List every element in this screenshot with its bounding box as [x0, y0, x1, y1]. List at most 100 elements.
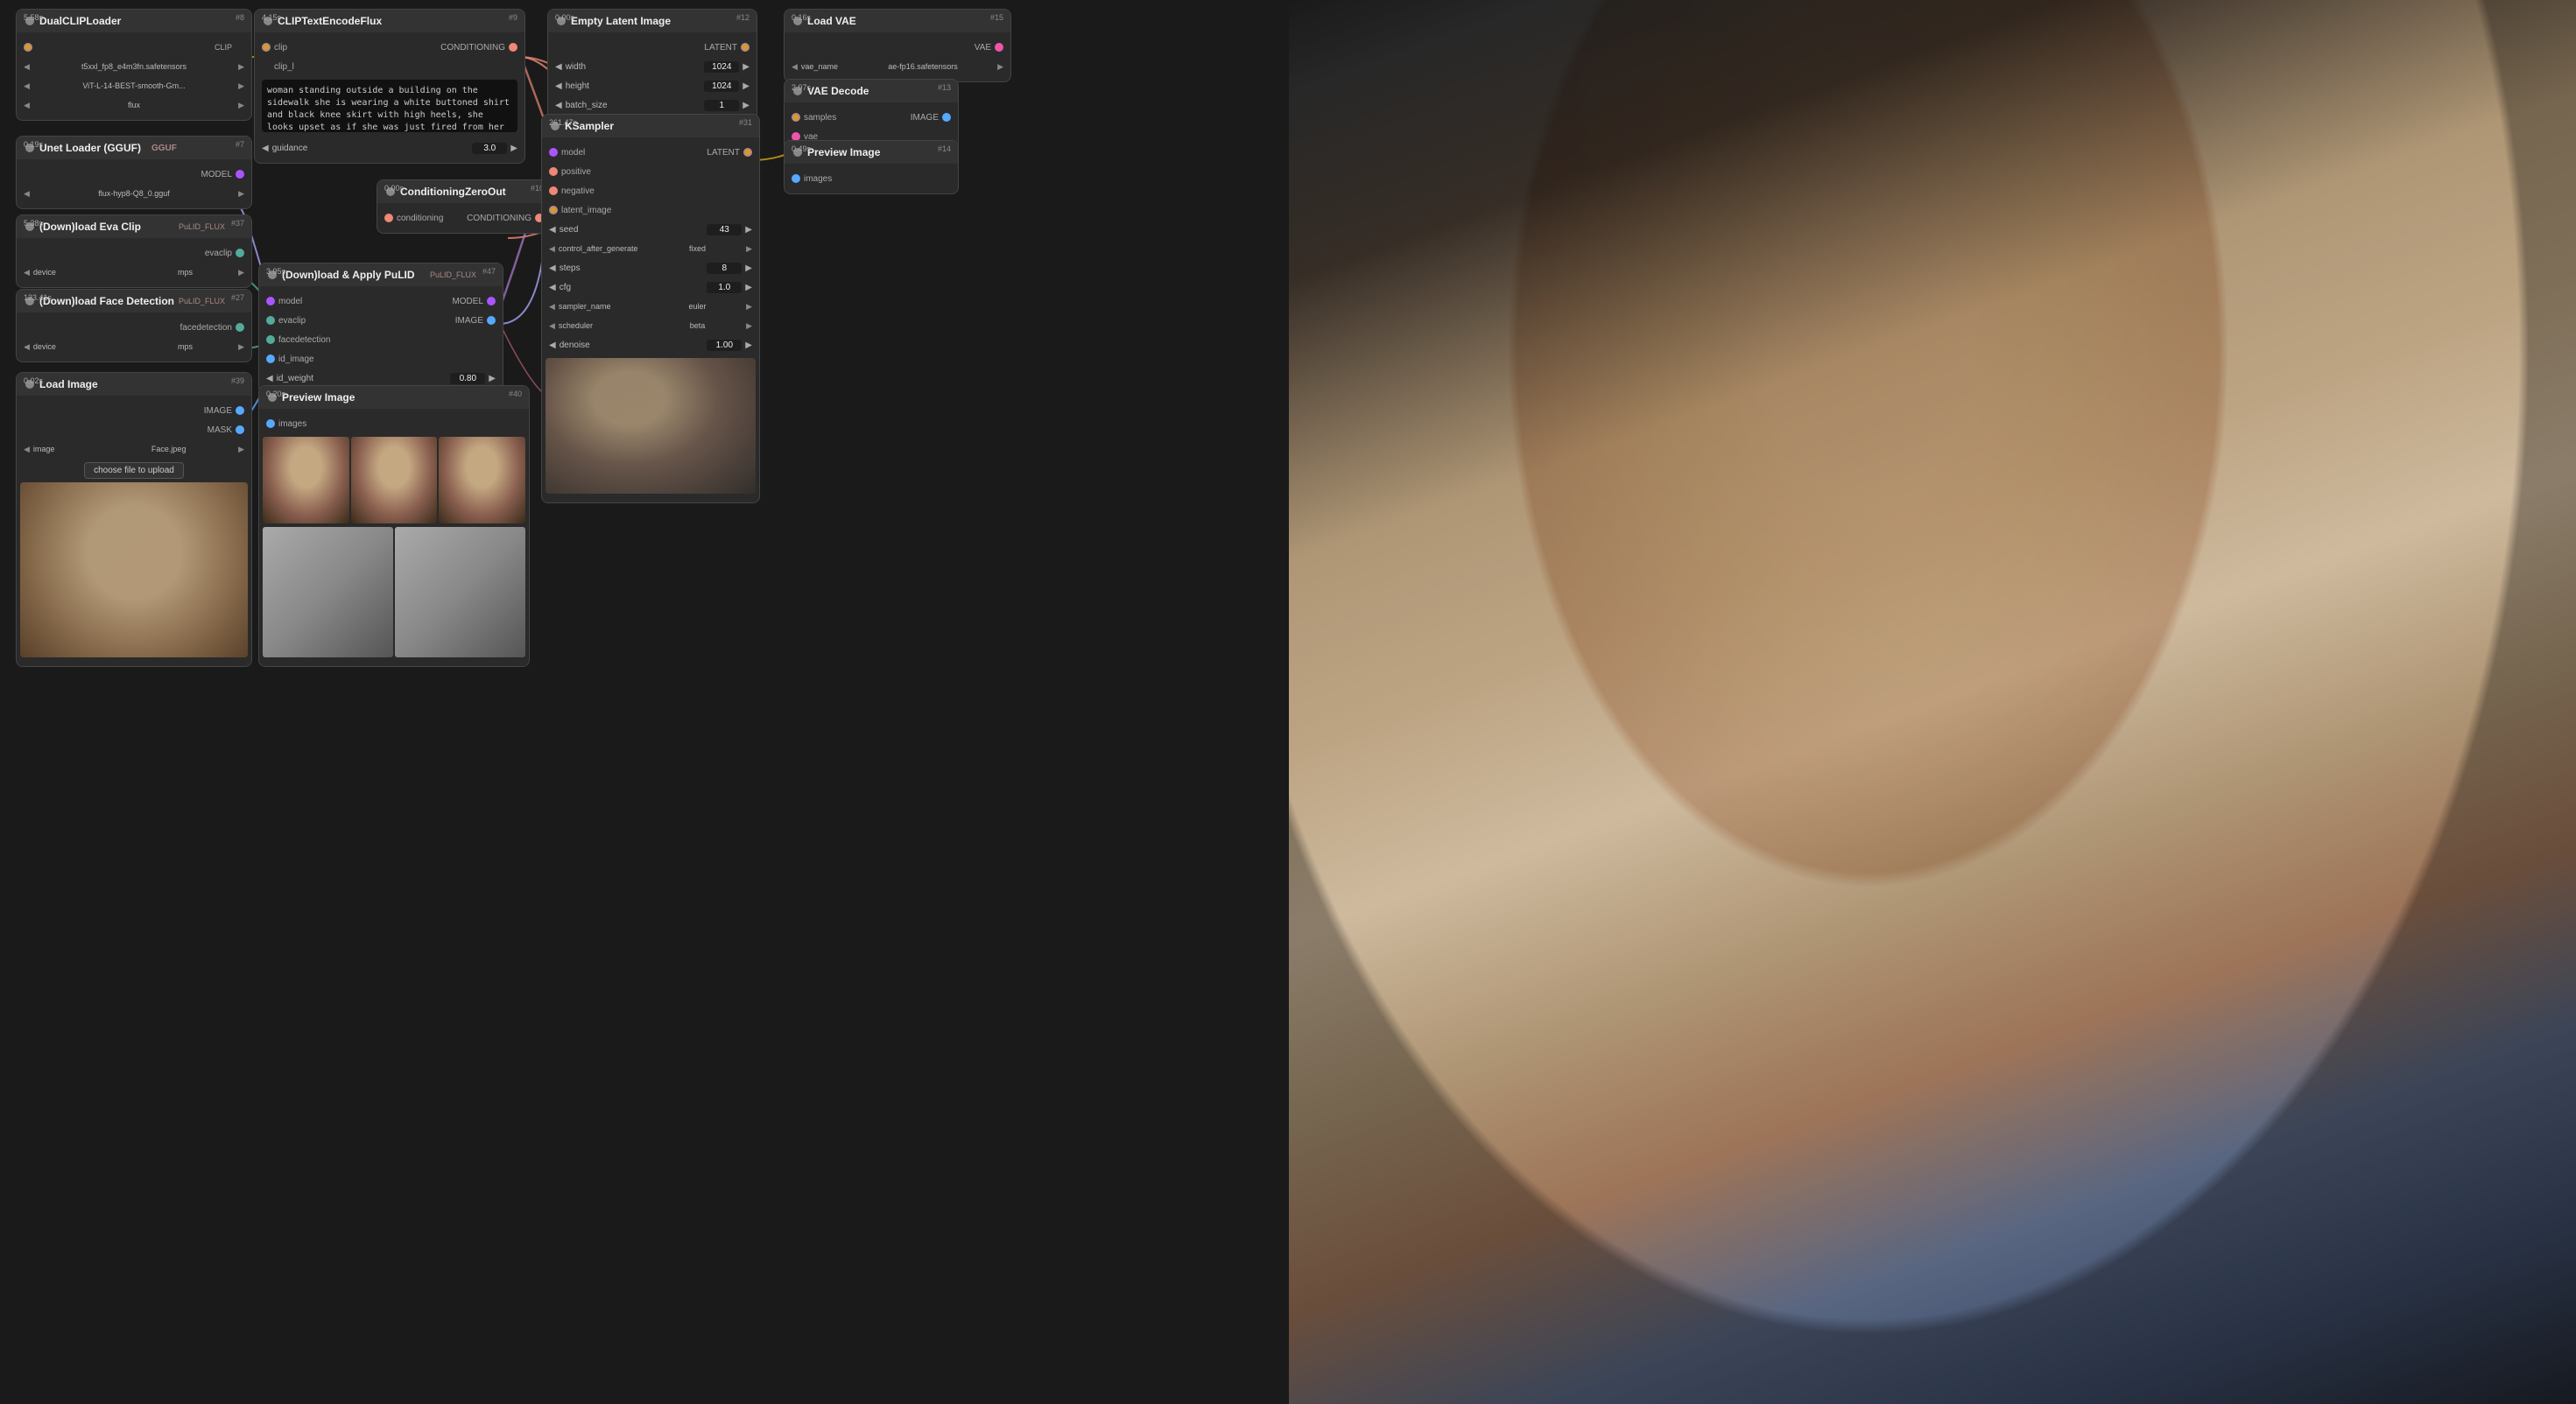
sampler-prev-btn[interactable]: ◀	[549, 302, 555, 312]
sampler-val: euler	[652, 302, 743, 311]
fd-device-next-btn[interactable]: ▶	[238, 342, 244, 352]
device-val: mps	[136, 268, 235, 277]
steps-next-btn[interactable]: ▶	[745, 263, 752, 273]
clip-text-encode-node: 4.15s CLIPTextEncodeFlux #9 clip CONDITI…	[254, 9, 525, 164]
prompt-textarea[interactable]: woman standing outside a building on the…	[262, 80, 517, 132]
ks-negative-in-port[interactable]	[549, 186, 558, 195]
img-prev-btn[interactable]: ◀	[24, 445, 30, 454]
height-next-btn[interactable]: ▶	[743, 81, 750, 91]
cfg-next-btn[interactable]: ▶	[745, 283, 752, 292]
clip2-next-btn[interactable]: ▶	[238, 81, 244, 91]
steps-prev-btn[interactable]: ◀	[549, 263, 556, 273]
pim-images-label: images	[278, 419, 306, 429]
node-time: 0.00s	[555, 13, 574, 22]
guidance-prev-btn[interactable]: ◀	[262, 144, 269, 153]
ks-latent-out-port[interactable]	[743, 148, 752, 157]
latent-out-port[interactable]	[741, 43, 750, 52]
vd-image-out-label: IMAGE	[911, 113, 939, 123]
node-time: 0.16s	[792, 13, 811, 22]
img-next-btn[interactable]: ▶	[238, 445, 244, 454]
height-prev-btn[interactable]: ◀	[555, 81, 562, 91]
model-in-port[interactable]	[266, 297, 275, 305]
clip-in-port[interactable]	[262, 43, 271, 52]
sched-prev-btn[interactable]: ◀	[549, 321, 555, 331]
device-label: device	[33, 268, 132, 277]
eva-clip-node: 5.38s (Down)load Eva Clip PuLID_FLUX #37…	[16, 214, 252, 288]
node-id: #47	[482, 267, 496, 276]
clip1-prev-btn[interactable]: ◀	[24, 62, 30, 72]
idweight-next-btn[interactable]: ▶	[489, 374, 496, 383]
vd-samples-in-port[interactable]	[792, 113, 800, 122]
ctrl-label: control_after_generate	[559, 244, 649, 253]
ks-latent-in-port[interactable]	[549, 206, 558, 214]
model-out-port2[interactable]	[487, 297, 496, 305]
facedetect-in-port[interactable]	[266, 335, 275, 344]
pim-images-in-port[interactable]	[266, 419, 275, 428]
img-label: image	[33, 445, 99, 453]
node-id: #14	[938, 144, 951, 153]
type-next-btn[interactable]: ▶	[238, 101, 244, 110]
unet-next-btn[interactable]: ▶	[238, 189, 244, 199]
unet-loader-node: 0.19s Unet Loader (GGUF) GGUF #7 MODEL ◀…	[16, 136, 252, 209]
seed-prev-btn[interactable]: ◀	[549, 225, 556, 235]
guidance-next-btn[interactable]: ▶	[510, 144, 517, 153]
denoise-value: 1.00	[707, 340, 742, 351]
preview-images-grid2	[259, 527, 529, 661]
ctrl-prev-btn[interactable]: ◀	[549, 244, 555, 254]
model-out-port[interactable]	[236, 170, 244, 179]
cfg-label: cfg	[560, 283, 707, 292]
cfg-prev-btn[interactable]: ◀	[549, 283, 556, 292]
pi-images-in-port[interactable]	[792, 174, 800, 183]
denoise-prev-btn[interactable]: ◀	[549, 340, 556, 350]
node-id: #9	[509, 13, 517, 22]
upload-button[interactable]: choose file to upload	[84, 462, 184, 479]
vae-next-btn[interactable]: ▶	[997, 62, 1003, 72]
vae-out-label: VAE	[975, 43, 991, 53]
mask-out-port[interactable]	[236, 425, 244, 434]
preview-img-1	[263, 437, 349, 523]
facedetect-out-port[interactable]	[236, 323, 244, 332]
vae-out-port[interactable]	[995, 43, 1003, 52]
idweight-prev-btn[interactable]: ◀	[266, 374, 273, 383]
mask-out-label: MASK	[208, 425, 232, 435]
conditioning-out-port[interactable]	[509, 43, 517, 52]
node-id: #13	[938, 83, 951, 92]
sampler-next-btn[interactable]: ▶	[746, 302, 752, 312]
vae-name-label: vae_name	[801, 62, 848, 71]
seed-next-btn[interactable]: ▶	[745, 225, 752, 235]
pi-images-label: images	[804, 174, 832, 184]
ks-positive-in-port[interactable]	[549, 167, 558, 176]
denoise-next-btn[interactable]: ▶	[745, 340, 752, 350]
device-next-btn[interactable]: ▶	[238, 268, 244, 277]
vd-image-out-port[interactable]	[942, 113, 951, 122]
evaclip-in-port[interactable]	[266, 316, 275, 325]
fd-device-prev-btn[interactable]: ◀	[24, 342, 30, 352]
batch-next-btn[interactable]: ▶	[743, 101, 750, 110]
apply-pulid-node: 3.95s (Down)load & Apply PuLID PuLID_FLU…	[258, 263, 503, 394]
guidance-label: guidance	[272, 144, 473, 153]
idimage-in-port[interactable]	[266, 355, 275, 363]
batch-prev-btn[interactable]: ◀	[555, 101, 562, 110]
image-out-port2[interactable]	[487, 316, 496, 325]
gguf-badge: GGUF	[151, 144, 177, 153]
cond-in-port[interactable]	[384, 214, 393, 222]
clip1-next-btn[interactable]: ▶	[238, 62, 244, 72]
node-id: #8	[236, 13, 244, 22]
ctrl-next-btn[interactable]: ▶	[746, 244, 752, 254]
clip2-prev-btn[interactable]: ◀	[24, 81, 30, 91]
vd-samples-label: samples	[804, 113, 836, 123]
device-prev-btn[interactable]: ◀	[24, 268, 30, 277]
width-prev-btn[interactable]: ◀	[555, 62, 562, 72]
sched-next-btn[interactable]: ▶	[746, 321, 752, 331]
clip-out-port[interactable]	[24, 43, 32, 52]
preview-image-mid-node: 0.20s Preview Image #40 images	[258, 385, 530, 667]
type-prev-btn[interactable]: ◀	[24, 101, 30, 110]
fd-device-val: mps	[136, 342, 235, 351]
width-next-btn[interactable]: ▶	[743, 62, 750, 72]
evaclip-out-port[interactable]	[236, 249, 244, 257]
image-out-port[interactable]	[236, 406, 244, 415]
ks-model-in-port[interactable]	[549, 148, 558, 157]
vae-prev-btn[interactable]: ◀	[792, 62, 798, 72]
face-image-placeholder	[20, 482, 248, 657]
unet-prev-btn[interactable]: ◀	[24, 189, 30, 199]
